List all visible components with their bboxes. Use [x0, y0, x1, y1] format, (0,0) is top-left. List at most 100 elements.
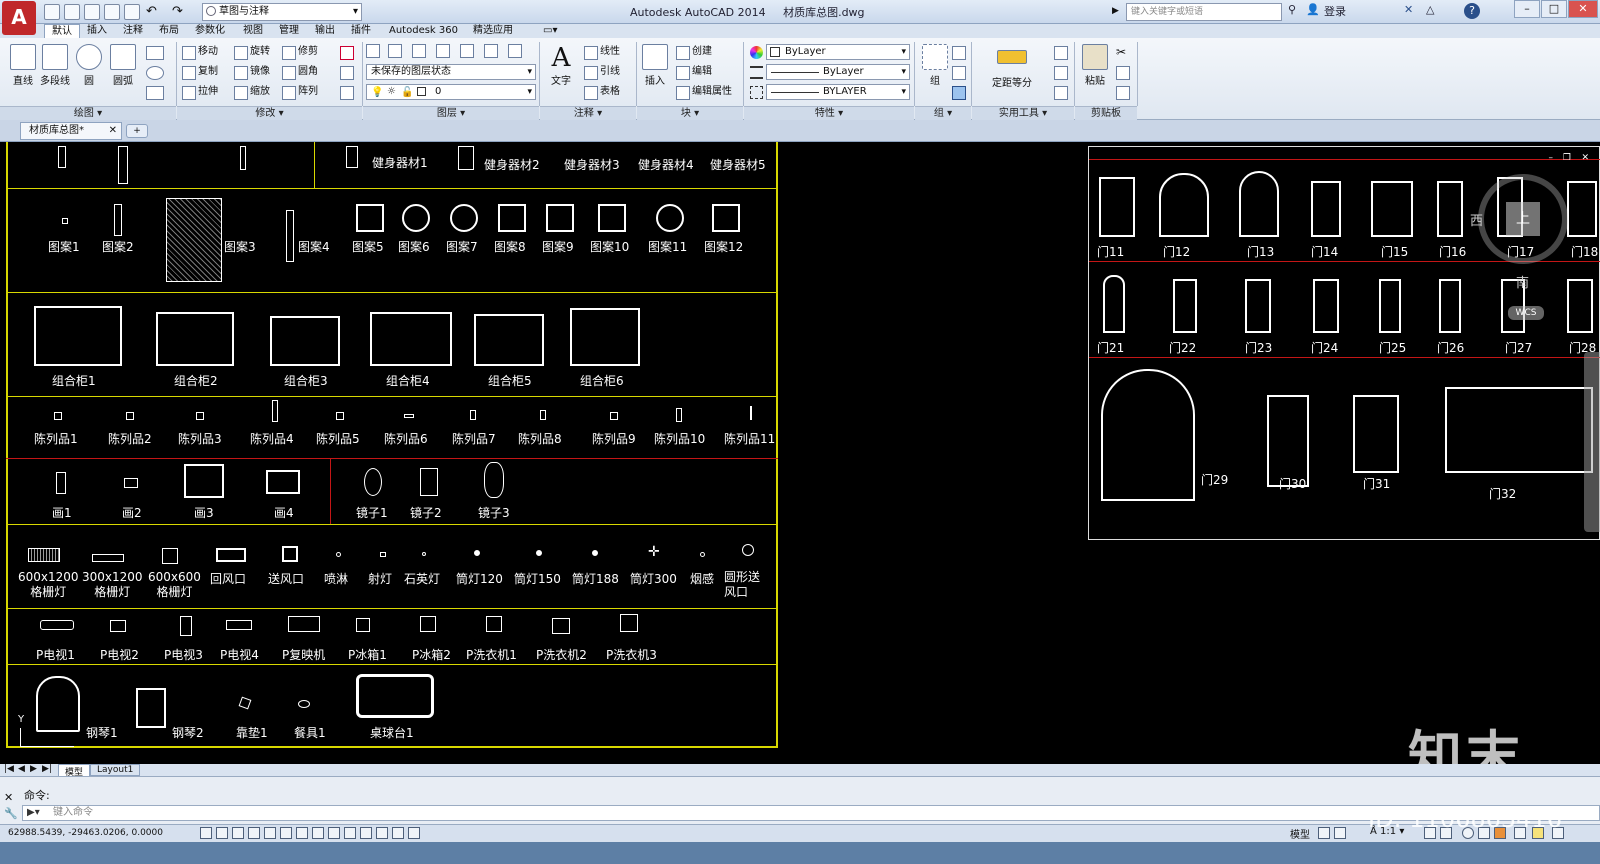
- color-dropdown[interactable]: ByLayer: [766, 44, 910, 60]
- cad-symbol[interactable]: [288, 616, 320, 632]
- save-as-icon[interactable]: [104, 4, 120, 20]
- tab-autodesk360[interactable]: Autodesk 360: [382, 24, 465, 38]
- prev-tab-arrow-icon[interactable]: ◀: [18, 764, 25, 774]
- cad-symbol[interactable]: [336, 412, 344, 420]
- edit-attributes-button[interactable]: 编辑属性: [674, 84, 732, 100]
- cad-symbol[interactable]: [422, 552, 426, 556]
- cad-symbol[interactable]: [370, 312, 452, 366]
- cad-symbol[interactable]: [216, 548, 246, 562]
- cad-symbol[interactable]: [156, 312, 234, 366]
- cad-symbol[interactable]: [240, 146, 246, 170]
- door-symbol[interactable]: [1353, 395, 1399, 473]
- cad-symbol[interactable]: [536, 550, 542, 556]
- first-tab-arrow-icon[interactable]: |◀: [4, 764, 14, 774]
- cad-symbol[interactable]: [346, 146, 358, 168]
- layer-freeze-icon[interactable]: [436, 44, 450, 58]
- tab-plugins[interactable]: 插件: [344, 24, 378, 38]
- cad-symbol[interactable]: [336, 552, 341, 557]
- cad-symbol[interactable]: [54, 412, 62, 420]
- array-button[interactable]: 阵列: [280, 84, 318, 100]
- document-tab[interactable]: 材质库总图* ✕: [20, 122, 122, 140]
- cad-symbol[interactable]: [126, 412, 134, 420]
- infer-constraints-icon[interactable]: [200, 827, 212, 839]
- cad-symbol[interactable]: [282, 546, 298, 562]
- copy-button[interactable]: 复制: [180, 64, 218, 80]
- workspace-dropdown[interactable]: 草图与注释 ▾: [202, 3, 362, 21]
- cad-symbol[interactable]: [676, 408, 682, 422]
- help-icon[interactable]: ?: [1464, 3, 1480, 19]
- match-properties-icon[interactable]: [1116, 86, 1130, 100]
- app-menu-button[interactable]: A: [2, 1, 36, 35]
- cad-symbol[interactable]: [356, 674, 434, 718]
- coordinates-readout[interactable]: 62988.5439, -29463.0206, 0.0000: [8, 828, 163, 838]
- cad-symbol[interactable]: [266, 470, 300, 494]
- cad-symbol[interactable]: [272, 400, 278, 422]
- new-tab-button[interactable]: +: [126, 124, 148, 138]
- door-symbol[interactable]: [1101, 369, 1195, 501]
- trim-button[interactable]: 修剪: [280, 44, 318, 60]
- door-symbol[interactable]: [1239, 171, 1279, 237]
- current-layer-dropdown[interactable]: 💡 ☼ 🔓 0: [366, 84, 536, 100]
- cad-symbol[interactable]: [180, 616, 192, 636]
- close-button[interactable]: ✕: [1568, 0, 1598, 18]
- properties-panel-title[interactable]: 特性 ▾: [744, 106, 914, 120]
- cad-symbol[interactable]: [40, 620, 74, 630]
- layers-panel-title[interactable]: 图层 ▾: [363, 106, 539, 120]
- door-symbol[interactable]: [1311, 181, 1341, 237]
- cad-symbol[interactable]: [598, 204, 626, 232]
- layout-icon[interactable]: [1318, 827, 1330, 839]
- circle-button[interactable]: 圆: [72, 44, 106, 87]
- selection-cycling-icon[interactable]: [408, 827, 420, 839]
- cad-symbol[interactable]: [656, 204, 684, 232]
- cad-symbol[interactable]: [458, 146, 474, 170]
- cad-symbol[interactable]: [36, 676, 80, 732]
- cad-symbol[interactable]: [196, 412, 204, 420]
- cut-icon[interactable]: ✂: [1116, 46, 1130, 60]
- viewport-minimize-icon[interactable]: –: [1549, 153, 1554, 163]
- snap-mode-icon[interactable]: [216, 827, 228, 839]
- cad-symbol[interactable]: [592, 550, 598, 556]
- erase-icon[interactable]: [340, 46, 354, 60]
- door-symbol[interactable]: [1567, 279, 1593, 333]
- block-panel-title[interactable]: 块 ▾: [637, 106, 743, 120]
- lineweight-toggle-icon[interactable]: [360, 827, 372, 839]
- cad-symbol[interactable]: [620, 614, 638, 632]
- create-block-button[interactable]: 创建: [674, 44, 712, 60]
- search-input[interactable]: 键入关键字或短语: [1126, 3, 1282, 21]
- offset-icon[interactable]: [340, 86, 354, 100]
- tab-layout1[interactable]: Layout1: [90, 764, 141, 776]
- cad-symbol[interactable]: [356, 204, 384, 232]
- cad-symbol[interactable]: [356, 618, 370, 632]
- linetype-icon[interactable]: [750, 86, 763, 99]
- a360-icon[interactable]: △: [1426, 3, 1434, 16]
- hatch-icon[interactable]: [146, 86, 164, 100]
- door-symbol[interactable]: [1103, 275, 1125, 333]
- arc-button[interactable]: 圆弧: [106, 44, 140, 87]
- binoculars-icon[interactable]: ⚲: [1288, 3, 1296, 16]
- last-tab-arrow-icon[interactable]: ▶|: [42, 764, 52, 774]
- door-symbol[interactable]: [1099, 177, 1135, 237]
- cad-symbol[interactable]: [484, 462, 504, 498]
- tab-insert[interactable]: 插入: [80, 24, 114, 38]
- layer-previous-icon[interactable]: [508, 44, 522, 58]
- mirror-button[interactable]: 镜像: [232, 64, 270, 80]
- minimize-button[interactable]: –: [1514, 0, 1540, 18]
- group-edit-icon[interactable]: [952, 66, 966, 80]
- linear-dimension-button[interactable]: 线性: [582, 44, 620, 60]
- cad-symbol[interactable]: [712, 204, 740, 232]
- tab-featured-apps[interactable]: 精选应用: [466, 24, 520, 38]
- door-symbol[interactable]: [1159, 173, 1209, 237]
- cad-symbol[interactable]: [34, 306, 122, 366]
- rectangle-icon[interactable]: [146, 46, 164, 60]
- cad-symbol[interactable]: [402, 204, 430, 232]
- cad-symbol[interactable]: [380, 552, 386, 557]
- cad-symbol[interactable]: [404, 414, 414, 418]
- cad-symbol[interactable]: [124, 478, 138, 488]
- command-input[interactable]: ▶▾ 键入命令: [22, 805, 1600, 821]
- cad-symbol[interactable]: [28, 548, 60, 562]
- ortho-mode-icon[interactable]: [248, 827, 260, 839]
- cad-symbol[interactable]: [110, 620, 126, 632]
- cad-symbol[interactable]: [270, 316, 340, 366]
- viewport-close-icon[interactable]: ✕: [1581, 153, 1589, 163]
- model-space-button[interactable]: 模型: [1290, 826, 1310, 841]
